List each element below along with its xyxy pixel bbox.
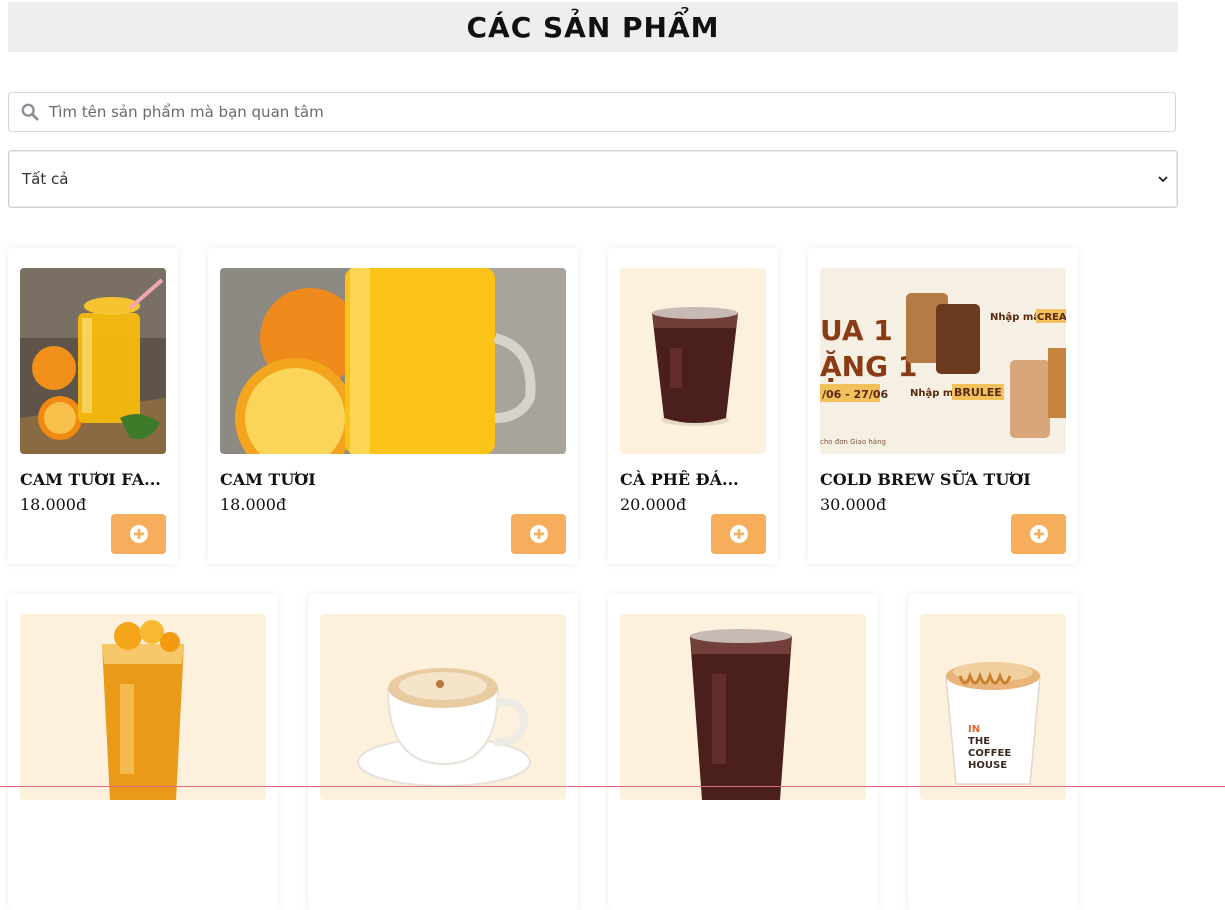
plus-circle-icon <box>529 525 548 543</box>
product-image[interactable] <box>220 268 566 454</box>
product-image[interactable] <box>620 268 766 454</box>
product-image[interactable]: IN THE COFFEE HOUSE <box>920 614 1066 800</box>
product-card[interactable]: CÀ PHÊ ĐÁ... 20.000đ <box>608 248 778 564</box>
page-title: CÁC SẢN PHẨM <box>466 10 720 44</box>
svg-text:cho đơn Giao hàng: cho đơn Giao hàng <box>820 438 886 446</box>
svg-text:Nhập mã:: Nhập mã: <box>990 311 1044 323</box>
search-box[interactable] <box>8 92 1176 132</box>
product-name[interactable]: COLD BREW SỮA TƯƠI <box>820 470 1066 489</box>
product-card[interactable]: UA 1 ẶNG 1 /06 - 27/06 Nhập mã: CREA Nhậ… <box>808 248 1078 564</box>
product-card[interactable]: IN THE COFFEE HOUSE <box>908 594 1078 910</box>
plus-circle-icon <box>1029 525 1048 543</box>
product-price: 30.000đ <box>820 495 887 514</box>
product-card[interactable] <box>608 594 878 910</box>
product-name[interactable]: CAM TƯƠI <box>220 470 566 489</box>
add-to-cart-button[interactable] <box>711 514 766 554</box>
product-price: 20.000đ <box>620 495 687 514</box>
svg-text:COFFEE: COFFEE <box>968 748 1011 759</box>
search-icon <box>21 103 39 121</box>
add-to-cart-button[interactable] <box>511 514 566 554</box>
product-price: 18.000đ <box>220 495 287 514</box>
product-name[interactable]: CÀ PHÊ ĐÁ... <box>620 470 766 489</box>
category-select[interactable]: Tất cả <box>8 150 1178 208</box>
svg-text:HOUSE: HOUSE <box>968 760 1007 771</box>
product-image[interactable] <box>320 614 566 800</box>
svg-text:IN: IN <box>968 724 980 735</box>
svg-text:UA 1: UA 1 <box>820 314 893 347</box>
product-image[interactable] <box>620 614 866 800</box>
svg-text:ẶNG 1: ẶNG 1 <box>820 349 917 383</box>
product-card[interactable] <box>8 594 278 910</box>
product-price: 18.000đ <box>20 495 87 514</box>
product-card[interactable]: CAM TƯƠI FA... 18.000đ <box>8 248 178 564</box>
plus-circle-icon <box>129 525 148 543</box>
svg-text:THE: THE <box>968 736 990 747</box>
svg-text:BRULEE: BRULEE <box>954 386 1002 399</box>
svg-text:/06 - 27/06: /06 - 27/06 <box>822 388 889 401</box>
product-name[interactable]: CAM TƯƠI FA... <box>20 470 166 489</box>
add-to-cart-button[interactable] <box>1011 514 1066 554</box>
category-select-value: Tất cả <box>22 170 69 188</box>
product-image[interactable] <box>20 614 266 800</box>
add-to-cart-button[interactable] <box>111 514 166 554</box>
product-card[interactable] <box>308 594 578 910</box>
plus-circle-icon <box>729 525 748 543</box>
search-input[interactable] <box>47 96 1175 128</box>
product-image[interactable] <box>20 268 166 454</box>
product-card[interactable]: CAM TƯƠI 18.000đ <box>208 248 578 564</box>
svg-text:CREA: CREA <box>1037 312 1066 323</box>
product-image[interactable]: UA 1 ẶNG 1 /06 - 27/06 Nhập mã: CREA Nhậ… <box>820 268 1066 454</box>
chevron-down-icon <box>1158 176 1168 183</box>
page-title-bar: CÁC SẢN PHẨM <box>8 2 1178 52</box>
